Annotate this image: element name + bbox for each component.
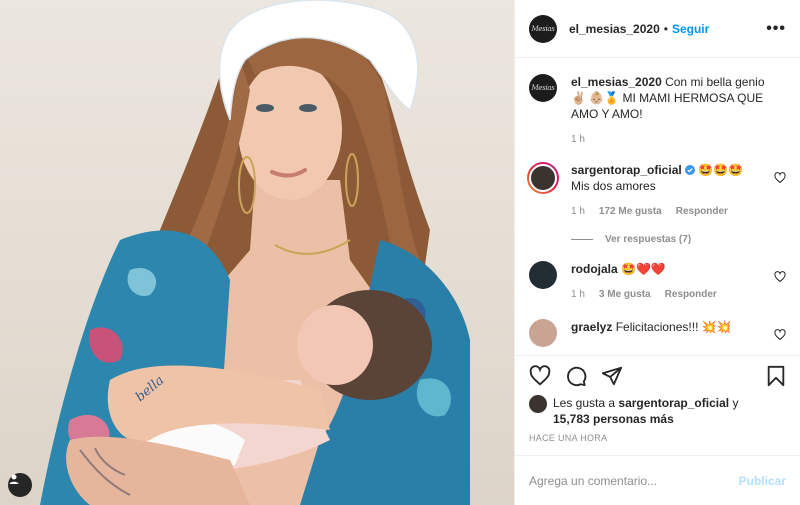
likes-count[interactable]: 15,783 personas más (553, 412, 674, 426)
author-username[interactable]: el_mesias_2020 (569, 22, 660, 36)
post-photo-illustration: bella (40, 0, 470, 505)
comment-likes[interactable]: 172 Me gusta (599, 204, 662, 220)
comment-username[interactable]: rodojala (571, 262, 618, 276)
comment-item: rodojala 🤩❤️❤️ 1 h 3 Me gusta Responder (529, 261, 786, 303)
more-options-icon[interactable]: ••• (766, 20, 786, 37)
comment-likes[interactable]: 3 Me gusta (599, 287, 651, 303)
bookmark-icon[interactable] (766, 365, 786, 387)
likes-user[interactable]: sargentorap_oficial (618, 396, 729, 410)
comment-item: sargentorap_oficial 🤩🤩🤩 Mis dos amores 1… (527, 162, 786, 220)
liker-avatar[interactable] (529, 395, 547, 413)
comment-text: Felicitaciones!!! 💥💥 (615, 320, 732, 334)
publish-button[interactable]: Publicar (739, 474, 786, 488)
caption-avatar-logo: Mesias (531, 84, 555, 92)
comment-like-heart-icon[interactable] (774, 172, 786, 184)
comments-list[interactable]: Mesias el_mesias_2020 Con mi bella genio… (515, 58, 800, 355)
comment-emoji: 🤩❤️❤️ (621, 262, 666, 276)
verified-badge-icon (685, 165, 696, 175)
add-comment-bar: Publicar (515, 455, 800, 505)
commenter-avatar[interactable] (529, 261, 557, 289)
separator-dot: • (663, 21, 668, 36)
replies-divider (571, 239, 593, 240)
comment-like-heart-icon[interactable] (774, 329, 786, 341)
caption-username[interactable]: el_mesias_2020 (571, 75, 662, 89)
caption-time[interactable]: 1 h (571, 132, 585, 148)
comment-username[interactable]: graelyz (571, 320, 612, 334)
commenter-avatar[interactable] (529, 319, 557, 347)
author-avatar-logo: Mesias (531, 24, 555, 33)
comment-time[interactable]: 1 h (571, 204, 585, 220)
paper-plane-icon[interactable] (601, 365, 623, 387)
commenter-avatar-story-ring[interactable] (527, 162, 559, 194)
reply-button[interactable]: Responder (665, 287, 717, 303)
post-photo[interactable]: bella (0, 0, 514, 505)
post-actions (515, 355, 800, 395)
comment-time[interactable]: 1 h (571, 287, 585, 303)
view-replies-button[interactable]: Ver respuestas (7) (571, 234, 786, 245)
comment-username[interactable]: sargentorap_oficial (571, 163, 682, 177)
user-tag-icon[interactable] (8, 473, 32, 497)
comment-like-heart-icon[interactable] (774, 271, 786, 283)
likes-joiner: y (732, 396, 739, 410)
author-avatar[interactable]: Mesias (529, 14, 557, 43)
instagram-post: bella Mesias el_mesias_2020 • Seguir •••… (0, 0, 800, 505)
comment-text: Mis dos amores (571, 179, 656, 193)
reply-button[interactable]: Responder (676, 204, 728, 220)
likes-prefix: Les gusta a (553, 396, 616, 410)
post-sidebar: Mesias el_mesias_2020 • Seguir ••• Mesia… (514, 0, 800, 505)
comment-item: graelyz Felicitaciones!!! 💥💥 (529, 319, 786, 347)
caption: Mesias el_mesias_2020 Con mi bella genio… (529, 74, 786, 148)
comment-icon[interactable] (565, 365, 587, 387)
post-header: Mesias el_mesias_2020 • Seguir ••• (515, 0, 800, 58)
heart-icon[interactable] (529, 364, 551, 387)
caption-avatar[interactable]: Mesias (529, 74, 557, 102)
follow-button[interactable]: Seguir (672, 22, 709, 36)
view-replies-label: Ver respuestas (7) (605, 234, 692, 245)
likes-summary: Les gusta a sargentorap_oficial y 15,783… (515, 395, 800, 427)
comment-input[interactable] (529, 473, 739, 488)
comment-emoji: 🤩🤩🤩 (698, 163, 744, 177)
post-timestamp[interactable]: HACE UNA HORA (515, 427, 800, 443)
